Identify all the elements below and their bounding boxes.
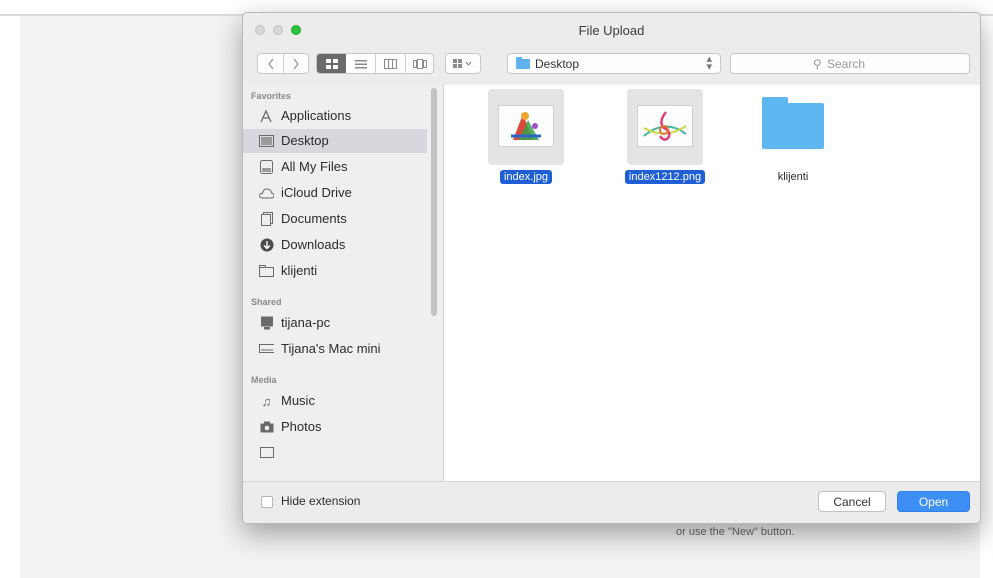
sidebar-item-tijana-pc[interactable]: tijana-pc: [243, 311, 427, 335]
file-name: index1212.png: [593, 170, 737, 184]
documents-icon: [259, 212, 274, 226]
file-name-text: index1212.png: [624, 170, 706, 184]
sidebar-item-label: Documents: [281, 211, 347, 226]
chevron-left-icon: [267, 58, 274, 69]
image-preview: [637, 105, 693, 147]
file-item-index1212-png[interactable]: index1212.png: [593, 85, 723, 195]
background-hint-text: or use the "New" button.: [676, 526, 795, 538]
folder-icon: [762, 97, 824, 149]
file-item-index-jpg[interactable]: index.jpg: [454, 85, 584, 195]
movies-icon: [259, 446, 274, 460]
toolbar: Desktop ▴ ▾ ⚲: [243, 49, 980, 77]
file-name-text: klijenti: [777, 171, 809, 183]
sidebar-heading-favorites: Favorites: [251, 91, 292, 101]
list-view-button[interactable]: [346, 54, 375, 73]
sidebar-item-label: klijenti: [281, 263, 318, 278]
treble-clef-image: [643, 111, 687, 141]
sidebar-item-label: Downloads: [281, 237, 346, 252]
sidebar-item-applications[interactable]: Applications: [243, 104, 427, 128]
navigation-buttons: [257, 53, 309, 74]
sidebar-heading-shared: Shared: [251, 297, 282, 307]
title-bar: File Upload: [243, 13, 980, 45]
icon-view-button[interactable]: [317, 54, 346, 73]
hide-extension-label: Hide extension: [281, 494, 361, 508]
photos-icon: [259, 420, 274, 434]
sidebar-item-photos[interactable]: Photos: [243, 415, 427, 439]
downloads-icon: [259, 238, 274, 252]
sidebar-item-label: iCloud Drive: [281, 185, 352, 200]
file-name: klijenti: [721, 171, 865, 183]
hide-extension-checkbox[interactable]: [261, 496, 273, 508]
sidebar-item-icloud-drive[interactable]: iCloud Drive: [243, 181, 427, 205]
sidebar-item-label: Tijana's Mac mini: [281, 341, 381, 356]
all-files-icon: [259, 160, 274, 174]
mac-mini-icon: [259, 342, 274, 356]
file-browser: index.jpg index1212.png klijenti: [444, 85, 980, 481]
search-field[interactable]: ⚲: [730, 53, 970, 74]
colorful-figure-image: [511, 112, 541, 140]
cancel-button[interactable]: Cancel: [818, 491, 886, 512]
forward-button[interactable]: [284, 54, 308, 73]
sidebar-item-music[interactable]: ♫ Music: [243, 389, 427, 413]
column-view-icon: [384, 58, 397, 69]
sidebar-scrollbar-thumb[interactable]: [431, 88, 437, 316]
column-view-button[interactable]: [376, 54, 405, 73]
sidebar-item-label: Music: [281, 393, 315, 408]
folder-icon: [259, 264, 274, 278]
sidebar-item-all-my-files[interactable]: All My Files: [243, 155, 427, 179]
sidebar-item-klijenti[interactable]: klijenti: [243, 259, 427, 283]
sidebar-item-label: All My Files: [281, 159, 348, 174]
chevron-right-icon: [293, 58, 299, 69]
coverflow-view-icon: [413, 58, 427, 69]
search-icon: ⚲: [813, 57, 822, 71]
search-input[interactable]: [827, 56, 957, 71]
sidebar: Favorites Applications Desktop All My Fi…: [243, 85, 444, 481]
sidebar-item-label: Applications: [281, 108, 352, 123]
location-popup[interactable]: Desktop ▴ ▾: [507, 53, 721, 74]
dialog-title: File Upload: [578, 23, 645, 38]
back-button[interactable]: [258, 54, 283, 73]
icon-view-icon: [325, 58, 338, 69]
music-icon: ♫: [261, 393, 272, 409]
sidebar-heading-media: Media: [251, 375, 277, 385]
sidebar-item-desktop[interactable]: Desktop: [243, 129, 427, 153]
sidebar-item-downloads[interactable]: Downloads: [243, 233, 427, 257]
cloud-icon: [259, 186, 274, 200]
file-name-text: index.jpg: [499, 170, 553, 184]
sidebar-item-tijanas-mac-mini[interactable]: Tijana's Mac mini: [243, 337, 427, 361]
arrange-grid-icon: [453, 58, 472, 68]
up-down-arrows-icon: ▴ ▾: [706, 53, 712, 73]
applications-icon: [259, 109, 274, 123]
location-label: Desktop: [535, 57, 580, 71]
sidebar-item-documents[interactable]: Documents: [243, 207, 427, 231]
file-name: index.jpg: [454, 170, 598, 184]
sidebar-item-partial[interactable]: [243, 441, 427, 465]
arrange-button[interactable]: [445, 53, 481, 74]
sidebar-item-label: Desktop: [281, 133, 329, 148]
view-mode-control: [316, 53, 434, 74]
coverflow-view-button[interactable]: [406, 54, 434, 73]
file-item-klijenti-folder[interactable]: klijenti: [732, 85, 862, 195]
pc-icon: [259, 316, 274, 330]
open-button[interactable]: Open: [897, 491, 970, 512]
dialog-footer: Hide extension Cancel Open: [243, 481, 980, 523]
file-upload-dialog: File Upload Desktop ▴ ▾ ⚲ Search Favorit…: [242, 12, 981, 524]
file-thumbnail: [627, 89, 703, 165]
image-preview: [498, 105, 554, 147]
list-view-icon: [354, 59, 367, 68]
sidebar-item-label: tijana-pc: [281, 315, 331, 330]
arrange-button-inner: [446, 54, 480, 73]
folder-icon: [516, 57, 530, 69]
sidebar-item-label: Photos: [281, 419, 322, 434]
desktop-icon: [259, 134, 274, 148]
file-thumbnail: [488, 89, 564, 165]
